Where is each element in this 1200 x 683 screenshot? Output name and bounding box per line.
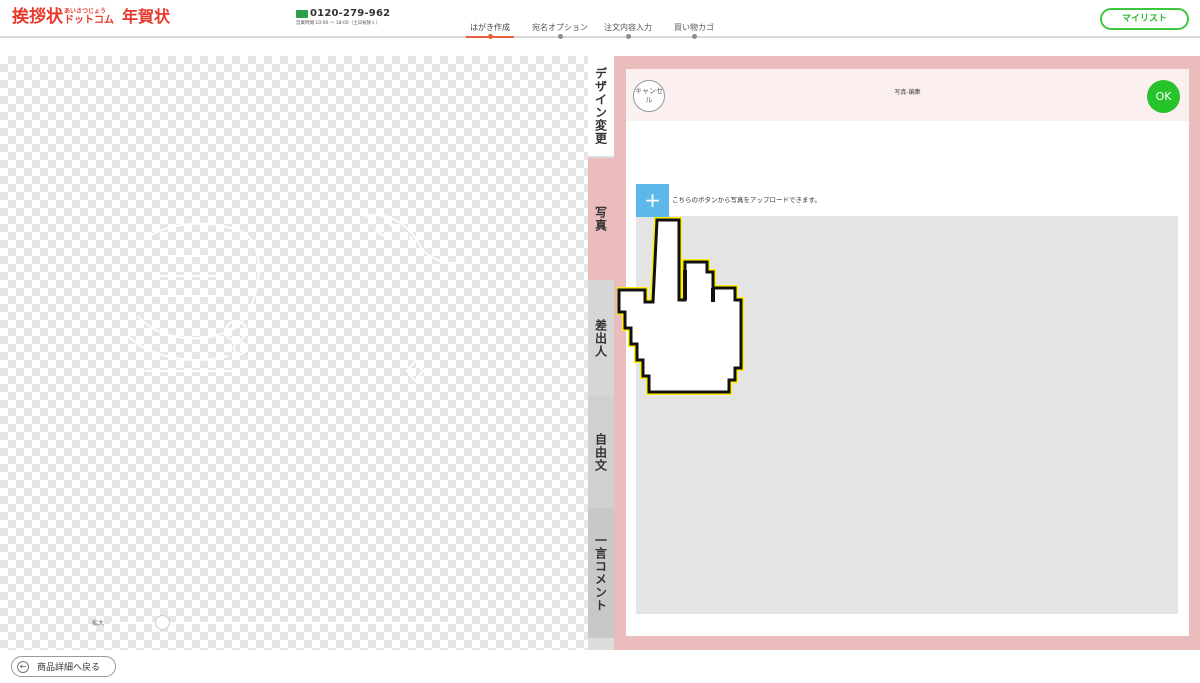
- design-preview-canvas[interactable]: [0, 56, 588, 650]
- progress-steps: はがき作成 宛名オプション 注文内容入力 買い物カゴ: [466, 22, 718, 39]
- freedial-icon: [296, 9, 308, 18]
- header: 挨拶状 あいさつじょう ドットコム 年賀状 0120-279-962 営業時間 …: [0, 0, 1200, 39]
- step-label: はがき作成: [470, 23, 510, 32]
- cancel-button[interactable]: キャンセル: [633, 80, 665, 112]
- site-logo[interactable]: 挨拶状 あいさつじょう ドットコム 年賀状: [12, 7, 171, 27]
- step-label: 注文内容入力: [604, 23, 652, 32]
- step-label: 買い物カゴ: [674, 23, 714, 32]
- step-address-option[interactable]: 宛名オプション: [528, 22, 592, 39]
- tab-label: 写真: [593, 206, 608, 232]
- phone-contact: 0120-279-962 営業時間 10:00 ～ 18:00（土日祝除く）: [296, 8, 390, 26]
- zoom-slider-handle[interactable]: [155, 614, 171, 630]
- tab-short-comment[interactable]: 一言コメント: [588, 508, 614, 638]
- tab-photo[interactable]: 写真: [588, 158, 614, 280]
- ok-button[interactable]: OK: [1147, 80, 1180, 113]
- phone-number: 0120-279-962: [310, 8, 391, 19]
- logo-kana-bottom: ドットコム: [64, 15, 114, 26]
- card-illustration-bottom: [145, 359, 425, 383]
- tab-label: 自由文: [593, 432, 608, 472]
- tab-free-text[interactable]: 自由文: [588, 396, 614, 508]
- step-dot: [557, 34, 563, 39]
- panel-title: 写真-編集: [894, 89, 921, 96]
- logo-nenga-text: 年賀状: [122, 7, 171, 26]
- zoom-slider-track[interactable]: [110, 614, 457, 630]
- tab-sender[interactable]: 差出人: [588, 280, 614, 396]
- step-cart[interactable]: 買い物カゴ: [670, 22, 718, 39]
- tab-label: 一言コメント: [593, 534, 608, 612]
- step-dot: [487, 34, 493, 39]
- phone-hours: 営業時間 10:00 ～ 18:00（土日祝除く）: [296, 21, 381, 26]
- tab-label: 差出人: [593, 318, 608, 358]
- mylist-button[interactable]: マイリスト: [1100, 8, 1189, 30]
- step-label: 宛名オプション: [532, 23, 588, 32]
- editor-tabs: デザイン変更 写真 差出人 自由文 一言コメント: [588, 56, 614, 650]
- logo-main-text: 挨拶状: [12, 7, 63, 27]
- back-to-product-button[interactable]: ← 商品詳細へ戻る: [11, 656, 116, 677]
- step-postcard[interactable]: はがき作成: [466, 22, 514, 39]
- zoom-control: 拡大: [92, 614, 457, 630]
- upload-hint-text: こちらのボタンから写真をアップロードできます。: [672, 196, 821, 204]
- step-dot: [625, 34, 631, 39]
- logo-kana-top: あいさつじょう: [64, 8, 107, 15]
- back-button-label: 商品詳細へ戻る: [37, 663, 101, 673]
- logo-sub-text: あいさつじょう ドットコム: [64, 8, 116, 26]
- card-illustration-right: [364, 214, 466, 264]
- tab-label: デザイン変更: [593, 67, 608, 145]
- zoom-label: 拡大: [92, 620, 105, 627]
- hand-pointer-icon: [617, 217, 744, 395]
- step-dot: [691, 34, 697, 39]
- step-order-input[interactable]: 注文内容入力: [600, 22, 656, 39]
- tab-design-change[interactable]: デザイン変更: [588, 56, 614, 156]
- arrow-left-icon: ←: [17, 660, 29, 673]
